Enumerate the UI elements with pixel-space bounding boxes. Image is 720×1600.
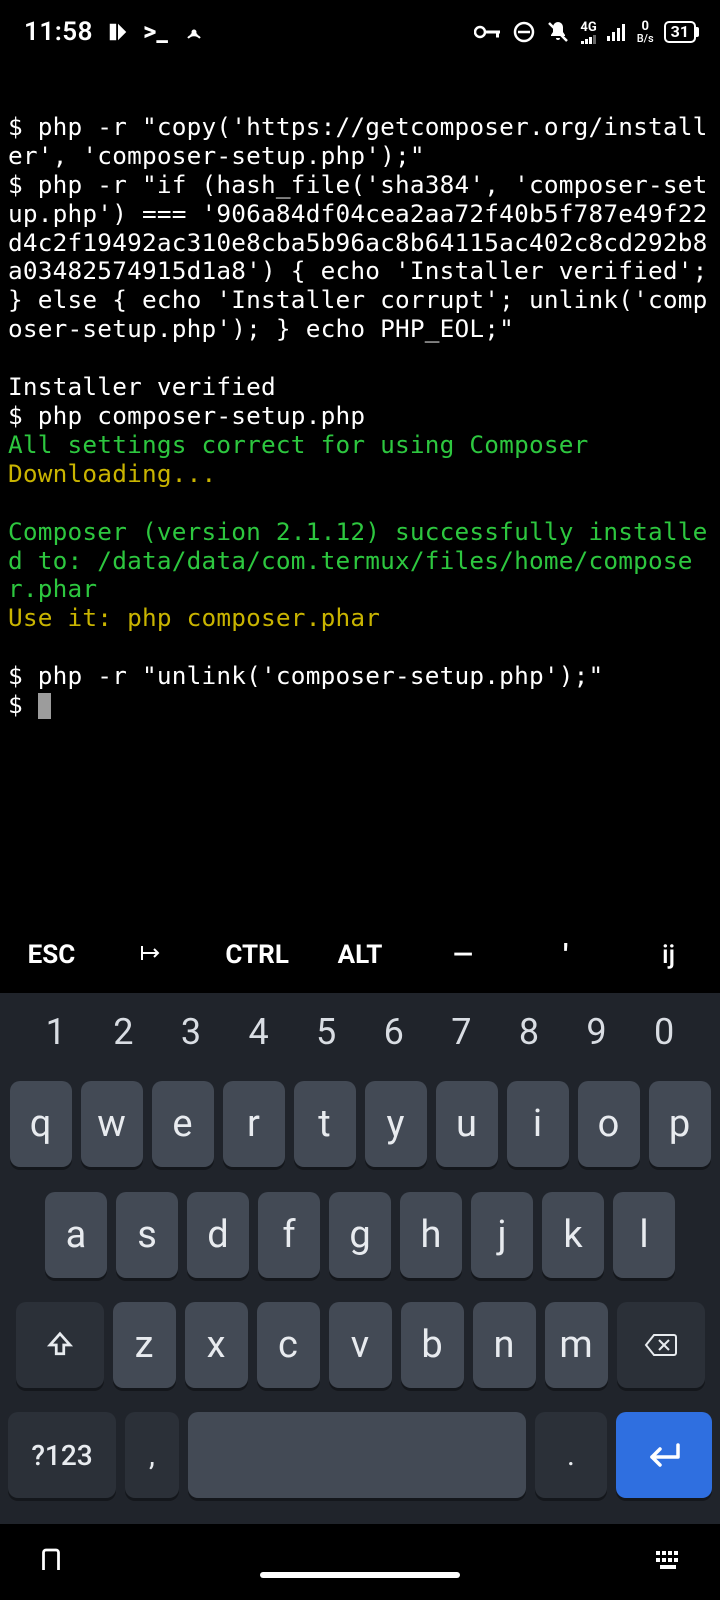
backspace-icon	[644, 1332, 678, 1358]
do-not-disturb-icon	[512, 20, 536, 44]
key-enter[interactable]	[616, 1412, 712, 1498]
status-clock: 11:58	[24, 17, 93, 47]
status-left: 11:58 >_	[24, 17, 206, 47]
terminal-line: Installer verified	[8, 372, 276, 401]
key-j[interactable]: j	[471, 1192, 533, 1278]
terminal-line: Composer (version 2.1.12) successfully i…	[8, 517, 708, 604]
key-row-4: ?123 , .	[8, 1412, 712, 1498]
num-hint: 6	[360, 1011, 428, 1053]
terminal-prompt: $	[8, 690, 38, 719]
extra-key-ctrl[interactable]: CTRL	[206, 940, 309, 970]
key-d[interactable]: d	[187, 1192, 249, 1278]
cursor	[38, 693, 51, 719]
key-t[interactable]: t	[294, 1081, 356, 1167]
key-h[interactable]: h	[400, 1192, 462, 1278]
key-row-1: q w e r t y u i o p	[8, 1081, 712, 1167]
num-hint: 1	[22, 1011, 90, 1053]
network-speed-label: 0 B/s	[637, 20, 654, 44]
key-r[interactable]: r	[223, 1081, 285, 1167]
key-p[interactable]: p	[649, 1081, 711, 1167]
key-u[interactable]: u	[436, 1081, 498, 1167]
num-hint: 5	[292, 1011, 360, 1053]
enter-icon	[644, 1441, 684, 1469]
key-x[interactable]: x	[185, 1302, 248, 1388]
key-backspace[interactable]	[617, 1302, 705, 1388]
terminal-line: $ php -r "if (hash_file('sha384', 'compo…	[8, 170, 720, 344]
home-gesture-pill[interactable]	[260, 1572, 460, 1578]
terminal-line: $ php -r "unlink('composer-setup.php');"	[8, 661, 603, 690]
terminal-line: Use it: php composer.phar	[8, 603, 380, 632]
key-symbols[interactable]: ?123	[8, 1412, 116, 1498]
number-hint-row: 1 2 3 4 5 6 7 8 9 0	[8, 1003, 712, 1071]
num-hint: 2	[90, 1011, 158, 1053]
status-bar: 11:58 >_ 4G 0 B/s 31	[0, 0, 720, 64]
terminal-line: All settings correct for using Composer	[8, 430, 589, 459]
extra-keys-row: ESC CTRL ALT — ' ij	[0, 925, 720, 985]
key-w[interactable]: w	[81, 1081, 143, 1167]
key-a[interactable]: a	[45, 1192, 107, 1278]
key-shift[interactable]	[16, 1302, 104, 1388]
status-right: 4G 0 B/s 31	[474, 20, 696, 44]
terminal-line: $ php composer-setup.php	[8, 401, 365, 430]
key-y[interactable]: y	[365, 1081, 427, 1167]
key-comma[interactable]: ,	[125, 1412, 179, 1498]
extra-key-tab[interactable]	[103, 940, 206, 970]
key-l[interactable]: l	[613, 1192, 675, 1278]
soft-keyboard: 1 2 3 4 5 6 7 8 9 0 q w e r t y u i o p …	[0, 993, 720, 1524]
key-z[interactable]: z	[113, 1302, 176, 1388]
key-period[interactable]: .	[535, 1412, 607, 1498]
num-hint: 7	[428, 1011, 496, 1053]
num-hint: 8	[495, 1011, 563, 1053]
extra-key-esc[interactable]: ESC	[0, 940, 103, 970]
signal-strength-icon	[607, 23, 627, 41]
mute-icon	[546, 20, 570, 44]
num-hint: 3	[157, 1011, 225, 1053]
extra-key-dash[interactable]: —	[411, 940, 514, 970]
extra-key-apostrophe[interactable]: '	[514, 938, 617, 973]
vpn-key-icon	[474, 24, 502, 40]
key-space[interactable]	[188, 1412, 526, 1498]
key-c[interactable]: c	[257, 1302, 320, 1388]
recents-icon[interactable]	[36, 1545, 66, 1579]
extra-key-ij[interactable]: ij	[617, 940, 720, 970]
key-row-2: a s d f g h j k l	[8, 1192, 712, 1278]
num-hint: 9	[563, 1011, 631, 1053]
extra-key-alt[interactable]: ALT	[309, 940, 412, 970]
terminal-line: Downloading...	[8, 459, 216, 488]
hotspot-icon	[182, 20, 206, 44]
key-e[interactable]: e	[152, 1081, 214, 1167]
key-m[interactable]: m	[545, 1302, 608, 1388]
key-n[interactable]: n	[473, 1302, 536, 1388]
key-s[interactable]: s	[116, 1192, 178, 1278]
terminal-line: $ php -r "copy('https://getcomposer.org/…	[8, 112, 708, 170]
num-hint: 4	[225, 1011, 293, 1053]
key-g[interactable]: g	[329, 1192, 391, 1278]
key-i[interactable]: i	[507, 1081, 569, 1167]
terminal-prompt-icon: >_	[143, 17, 168, 47]
key-f[interactable]: f	[258, 1192, 320, 1278]
key-o[interactable]: o	[578, 1081, 640, 1167]
key-v[interactable]: v	[329, 1302, 392, 1388]
terminal-output[interactable]: $ php -r "copy('https://getcomposer.org/…	[0, 64, 720, 720]
battery-indicator: 31	[664, 21, 696, 43]
key-q[interactable]: q	[10, 1081, 72, 1167]
keyboard-switch-icon[interactable]	[654, 1549, 684, 1575]
shift-icon	[45, 1330, 75, 1360]
key-b[interactable]: b	[401, 1302, 464, 1388]
key-k[interactable]: k	[542, 1192, 604, 1278]
network-type-label: 4G	[580, 21, 596, 44]
playing-media-icon	[107, 21, 129, 43]
num-hint: 0	[630, 1011, 698, 1053]
system-nav-bar	[0, 1524, 720, 1600]
signal-bars-icon	[581, 34, 597, 44]
key-row-3: z x c v b n m	[8, 1302, 712, 1388]
